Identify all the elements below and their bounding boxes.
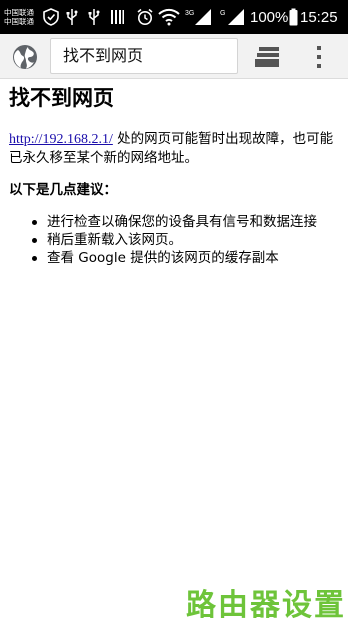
alarm-icon [137,8,153,25]
browser-screen: 中国联通 中国联通 3G G 100% 15:25 找不到网页 找不到网页 ht… [0,0,348,629]
shield-icon [43,8,59,26]
battery-icon [289,8,298,26]
failed-url-link[interactable]: http://192.168.2.1/ [9,132,113,147]
barcode-icon [111,10,124,24]
suggestion-item: 进行检查以确保您的设备具有信号和数据连接 [28,213,341,231]
browser-toolbar: 找不到网页 [0,34,348,79]
error-description: http://192.168.2.1/ 处的网页可能暂时出现故障，也可能已永久移… [9,130,341,167]
signal-strength-icon [195,9,211,25]
watermark: 路由器设置 [186,588,346,623]
suggestion-item: 稍后重新载入该网页。 [28,231,341,249]
suggestions-heading: 以下是几点建议： [9,182,117,198]
carrier-label-1: 中国联通 [4,8,34,17]
signal-strength-icon-2 [228,9,244,25]
carrier-labels: 中国联通 中国联通 [4,8,44,26]
battery-percent: 100% [250,9,289,26]
url-field[interactable]: 找不到网页 [50,38,238,74]
page-title: 找不到网页 [9,86,114,110]
error-page-content: 找不到网页 http://192.168.2.1/ 处的网页可能暂时出现故障，也… [9,84,341,267]
network-type-label-2: G [220,10,226,17]
network-type-label-1: 3G [185,10,195,17]
tabs-switcher-icon[interactable] [255,46,281,68]
status-bar: 中国联通 中国联通 3G G 100% 15:25 [0,0,348,34]
wifi-icon [158,8,180,26]
suggestions-list: 进行检查以确保您的设备具有信号和数据连接 稍后重新载入该网页。 查看 Googl… [9,213,341,267]
site-info-globe-icon[interactable] [12,44,38,70]
overflow-menu-icon[interactable] [312,44,326,70]
usb-icon [66,9,78,25]
usb-debug-icon [88,9,100,25]
carrier-label-2: 中国联通 [4,17,34,26]
clock: 15:25 [300,9,338,26]
suggestion-item: 查看 Google 提供的该网页的缓存副本 [28,249,341,267]
